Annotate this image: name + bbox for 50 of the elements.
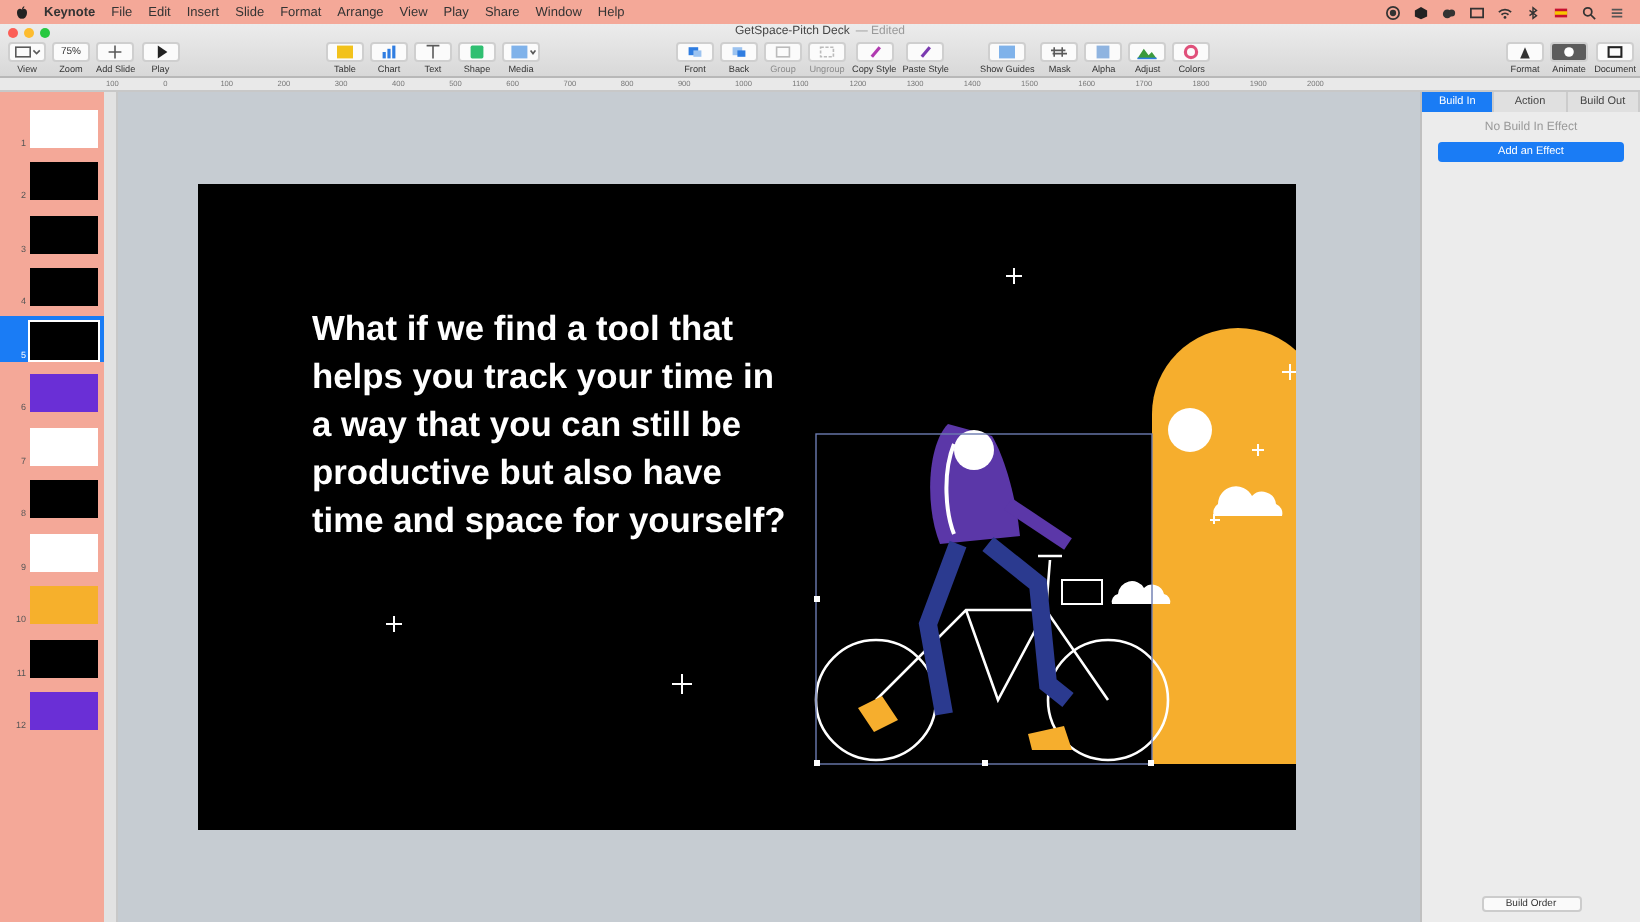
- toolbar-icon: [1050, 46, 1069, 58]
- slide-thumbnail[interactable]: [30, 109, 98, 147]
- display-icon[interactable]: [1470, 5, 1484, 19]
- slide-thumbnail[interactable]: [30, 162, 98, 200]
- slide-headline: What if we find a tool that helps you track your time in a way that you can still be productive but also have time and space for yourself?: [312, 306, 786, 544]
- cloud-icon[interactable]: [1442, 5, 1456, 19]
- cube-icon[interactable]: [1414, 5, 1428, 19]
- toolbar-icon: [1520, 47, 1530, 59]
- record-icon[interactable]: [1386, 5, 1400, 19]
- sparkle-icon: [1005, 267, 1023, 285]
- toolbar-icon: [382, 45, 396, 59]
- wifi-icon[interactable]: [1498, 5, 1512, 19]
- toolbar-icon: [999, 45, 1016, 59]
- flag-icon[interactable]: [1554, 5, 1568, 19]
- toolbar-icon: [425, 44, 441, 60]
- toolbar-icon: [1097, 45, 1111, 59]
- toolbar-icon: [921, 46, 932, 58]
- toolbar-icon: [819, 46, 835, 58]
- slide-thumbnail[interactable]: [30, 639, 98, 677]
- sparkle-icon: [671, 673, 693, 695]
- toolbar-icon: [108, 44, 123, 60]
- toolbar-icon: [470, 45, 484, 59]
- toolbar-icon: [1137, 48, 1159, 60]
- slide-thumbnail[interactable]: [30, 321, 98, 359]
- apple-logo-icon[interactable]: [16, 5, 28, 19]
- toolbar-icon: [1184, 44, 1199, 60]
- toolbar-icon: [511, 45, 536, 59]
- search-icon[interactable]: [1582, 5, 1596, 19]
- toolbar-icon: [869, 46, 881, 58]
- slide-thumbnail[interactable]: [30, 427, 98, 465]
- menu-icon[interactable]: [1610, 5, 1624, 19]
- toolbar-icon: [1607, 46, 1623, 58]
- toolbar-icon: [1564, 47, 1574, 57]
- selection-frame[interactable]: [814, 433, 1154, 766]
- bluetooth-icon[interactable]: [1526, 5, 1540, 19]
- slide-thumbnail[interactable]: [30, 374, 98, 412]
- slide-thumbnail[interactable]: [30, 215, 98, 253]
- toolbar-icon: [157, 45, 167, 59]
- slide-thumbnail[interactable]: [30, 268, 98, 306]
- sparkle-icon: [385, 615, 403, 633]
- toolbar-icon: [15, 46, 41, 58]
- toolbar-icon: [337, 45, 353, 59]
- close-button[interactable]: [8, 28, 18, 38]
- slide-thumbnail[interactable]: [30, 586, 98, 624]
- slide-thumbnail[interactable]: [30, 480, 98, 518]
- toolbar-icon: [732, 47, 746, 57]
- slide-thumbnail[interactable]: [30, 692, 98, 730]
- toolbar-icon: [688, 47, 702, 57]
- slide-thumbnail[interactable]: [30, 533, 98, 571]
- toolbar-icon: [775, 46, 791, 58]
